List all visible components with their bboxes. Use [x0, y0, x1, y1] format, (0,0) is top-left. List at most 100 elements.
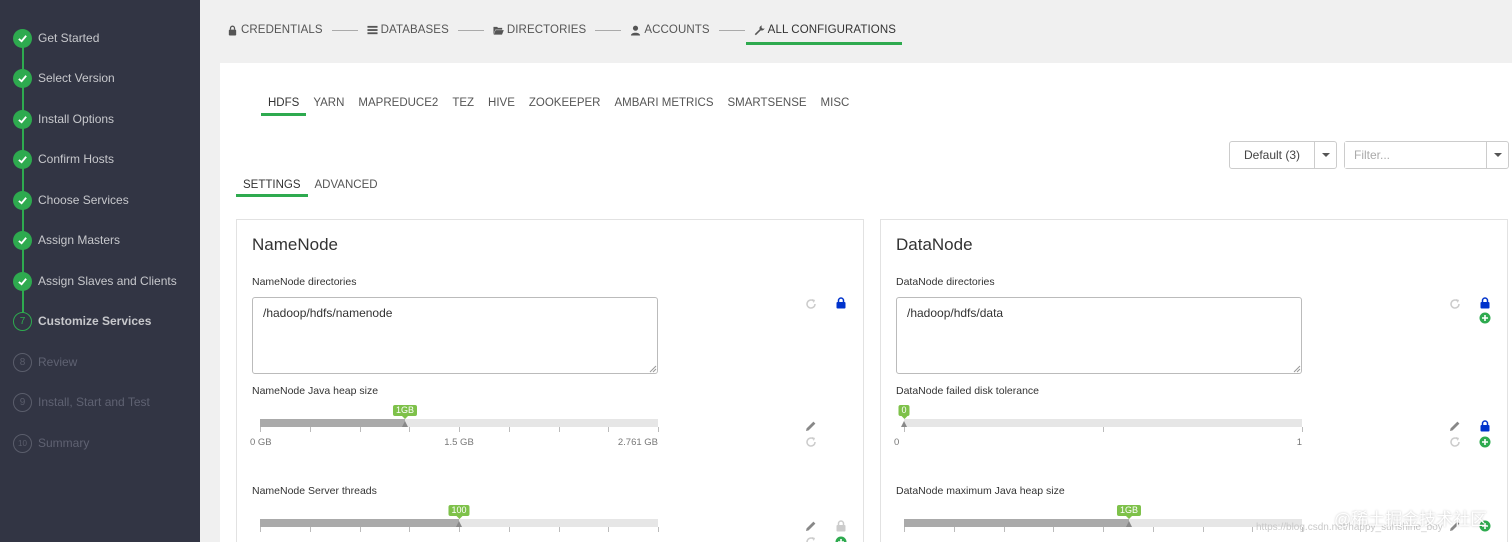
check-icon: [13, 68, 32, 88]
user-icon: [631, 25, 641, 36]
lock-icon: [228, 25, 237, 36]
nav-accounts[interactable]: ACCOUNTS: [630, 19, 710, 41]
edit-pencil-icon[interactable]: [1449, 420, 1461, 432]
lock-icon[interactable]: [835, 297, 847, 309]
slider-value-badge: 100: [448, 505, 470, 519]
step-get-started[interactable]: Get Started: [13, 28, 99, 48]
tab-yarn[interactable]: YARN: [313, 94, 344, 114]
tab-hive[interactable]: HIVE: [488, 94, 515, 114]
namenode-directories-input[interactable]: [252, 297, 658, 374]
tab-tez[interactable]: TEZ: [452, 94, 474, 114]
add-circle-icon[interactable]: [1479, 436, 1491, 448]
refresh-icon[interactable]: [805, 298, 817, 310]
check-icon: [13, 271, 32, 291]
step-label: Confirm Hosts: [38, 152, 115, 166]
datanode-disk-slider[interactable]: 0 0 1: [894, 405, 1303, 448]
resize-handle-icon[interactable]: [649, 365, 657, 373]
check-icon: [13, 149, 32, 169]
tab-ambari-metrics[interactable]: AMBARI METRICS: [614, 94, 713, 114]
slider-tick: [260, 527, 261, 532]
nav-directories[interactable]: DIRECTORIES: [493, 19, 586, 41]
resize-handle-icon[interactable]: [1293, 365, 1301, 373]
slider-ticks: [904, 527, 1303, 532]
slider-handle[interactable]: [402, 421, 408, 427]
step-confirm-hosts[interactable]: Confirm Hosts: [13, 149, 114, 169]
datanode-heap-slider[interactable]: 1GB: [904, 505, 1303, 542]
lock-icon[interactable]: [1479, 297, 1491, 309]
add-circle-icon[interactable]: [835, 536, 847, 542]
datanode-directories-label: DataNode directories: [896, 276, 995, 288]
step-install-options[interactable]: Install Options: [13, 109, 114, 129]
slider-tick: [1252, 527, 1253, 532]
slider-tick: [509, 527, 510, 532]
namenode-threads-label: NameNode Server threads: [252, 485, 377, 497]
tab-hdfs[interactable]: HDFS: [260, 94, 307, 116]
refresh-icon[interactable]: [1449, 436, 1461, 448]
check-icon: [13, 190, 32, 210]
datanode-disk-label: DataNode failed disk tolerance: [896, 385, 1040, 397]
step-assign-slaves[interactable]: Assign Slaves and Clients: [13, 271, 177, 291]
slider-tick: [310, 527, 311, 532]
refresh-icon[interactable]: [805, 536, 817, 542]
slider-tick-label: 0 GB: [250, 437, 272, 448]
step-summary: 10 Summary: [13, 433, 89, 453]
add-circle-icon[interactable]: [1479, 312, 1491, 324]
slider-tick: [559, 427, 560, 432]
edit-pencil-icon[interactable]: [805, 420, 817, 432]
tab-zookeeper[interactable]: ZOOKEEPER: [529, 94, 601, 114]
step-label: Assign Slaves and Clients: [38, 274, 177, 288]
slider-tick: [608, 527, 609, 532]
filter-combobox[interactable]: [1344, 141, 1509, 169]
slider-handle[interactable]: [1126, 521, 1132, 527]
slider-tick: [658, 527, 659, 532]
tab-settings[interactable]: SETTINGS: [236, 178, 307, 197]
nav-all-configurations[interactable]: ALL CONFIGURATIONS: [745, 19, 903, 45]
slider-tick: [1004, 527, 1005, 532]
slider-value-badge: 0: [898, 405, 910, 419]
slider-ticks: [260, 527, 659, 532]
step-label: Install Options: [38, 112, 115, 126]
nav-label: CREDENTIALS: [241, 24, 323, 36]
slider-tick: [409, 427, 410, 432]
watermark-text: @稀土掘金技术社区: [1334, 510, 1488, 529]
lock-icon[interactable]: [835, 520, 847, 532]
chevron-down-icon[interactable]: [1314, 142, 1336, 168]
step-number: 10: [13, 433, 32, 453]
slider-tick: [1302, 427, 1303, 432]
card-title: NameNode: [252, 235, 338, 254]
refresh-icon[interactable]: [805, 436, 817, 448]
check-icon: [13, 28, 32, 48]
slider-handle[interactable]: [456, 521, 462, 527]
namenode-threads-slider[interactable]: 100: [260, 505, 659, 542]
slider-tick: [260, 427, 261, 432]
filter-input[interactable]: [1345, 142, 1486, 168]
step-review: 8 Review: [13, 352, 77, 372]
nav-credentials[interactable]: CREDENTIALS: [227, 19, 323, 41]
step-label: Assign Masters: [38, 233, 121, 247]
edit-pencil-icon[interactable]: [805, 520, 817, 532]
lock-icon[interactable]: [1479, 420, 1491, 432]
slider-tick: [1153, 527, 1154, 532]
slider-track[interactable]: [904, 419, 1302, 427]
service-tabs: HDFS YARN MAPREDUCE2 TEZ HIVE ZOOKEEPER …: [260, 94, 863, 116]
config-group-select[interactable]: Default (3): [1229, 141, 1337, 169]
namenode-heap-slider[interactable]: 1GB 0 GB 1.5 GB 2.761 GB: [250, 405, 659, 448]
slider-fill: [260, 419, 405, 427]
nav-separator: [595, 29, 622, 31]
step-choose-services[interactable]: Choose Services: [13, 190, 129, 210]
step-assign-masters[interactable]: Assign Masters: [13, 230, 120, 250]
nav-databases[interactable]: DATABASES: [367, 19, 449, 41]
slider-value-badge: 1GB: [392, 405, 418, 419]
step-select-version[interactable]: Select Version: [13, 68, 115, 88]
tab-advanced[interactable]: ADVANCED: [315, 178, 378, 192]
datanode-directories-input[interactable]: [896, 297, 1302, 374]
slider-tick: [360, 527, 361, 532]
step-customize-services[interactable]: 7 Customize Services: [13, 311, 151, 331]
chevron-down-icon[interactable]: [1486, 142, 1508, 168]
nav-separator: [718, 29, 745, 31]
refresh-icon[interactable]: [1449, 298, 1461, 310]
slider-handle[interactable]: [901, 421, 907, 427]
tab-smartsense[interactable]: SMARTSENSE: [728, 94, 807, 114]
tab-mapreduce2[interactable]: MAPREDUCE2: [358, 94, 438, 114]
tab-misc[interactable]: MISC: [821, 94, 850, 114]
